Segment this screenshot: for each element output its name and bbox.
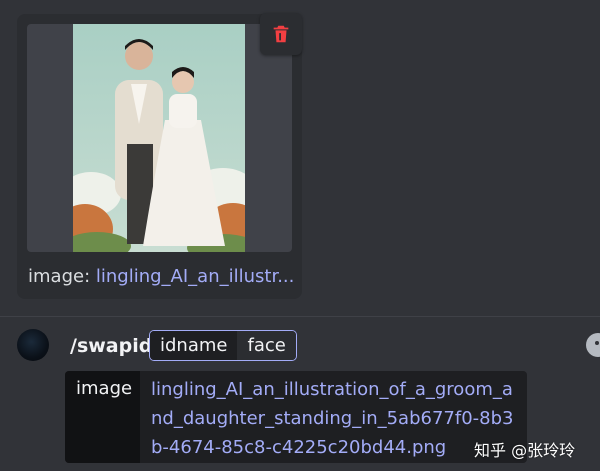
emoji-icon[interactable]: [586, 333, 600, 357]
delete-attachment-button[interactable]: [260, 13, 302, 55]
attachment-label-value[interactable]: lingling_AI_an_illustr...: [96, 266, 295, 287]
attachment-filename: image: lingling_AI_an_illustr...: [28, 266, 296, 287]
option-value-box: image lingling_AI_an_illustration_of_a_g…: [65, 371, 527, 463]
wedding-illustration: [73, 24, 245, 252]
option-value-key: image: [65, 371, 140, 463]
command-options: idname face: [149, 330, 297, 361]
bot-avatar[interactable]: [17, 329, 49, 361]
option-face[interactable]: face: [237, 331, 296, 360]
message-divider: [0, 316, 600, 317]
watermark: 知乎 @张玲玲: [474, 441, 576, 460]
option-idname[interactable]: idname: [150, 331, 238, 360]
trash-icon: [273, 25, 289, 43]
attachment-label-key: image:: [28, 266, 91, 287]
option-value-text[interactable]: lingling_AI_an_illustration_of_a_groom_a…: [151, 375, 521, 462]
attachment-card: image: lingling_AI_an_illustr...: [17, 13, 302, 299]
command-name: /swapid: [70, 335, 153, 357]
image-preview[interactable]: [27, 24, 292, 252]
